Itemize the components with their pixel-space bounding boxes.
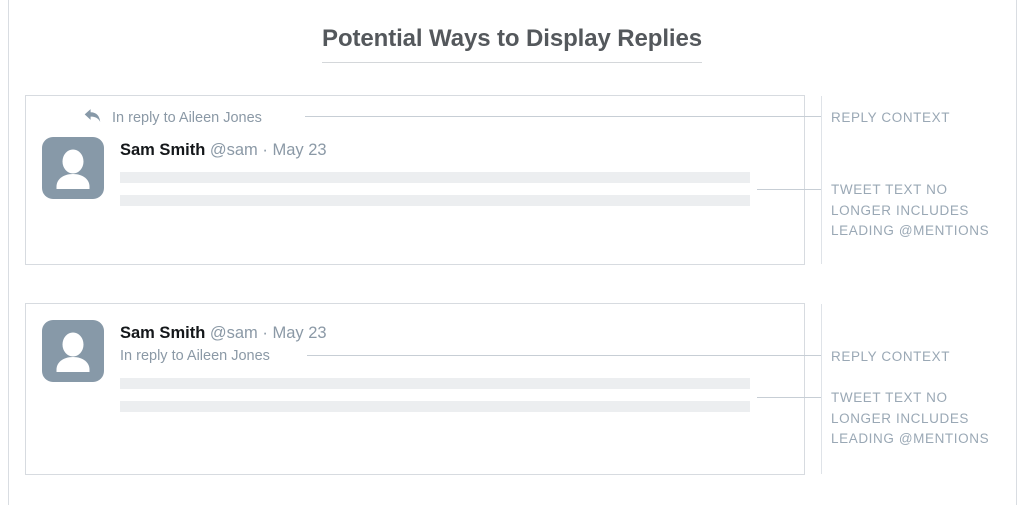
tweet-card-1[interactable]: In reply to Aileen Jones Sam Smith @sam … — [25, 95, 805, 265]
user-avatar-icon — [42, 320, 104, 382]
annotation-tweet-text-2: TWEET TEXT NO LONGER INCLUDES LEADING @M… — [831, 388, 989, 450]
text-placeholder-bar — [120, 378, 750, 389]
tweet-text-placeholder — [120, 378, 750, 412]
page-frame-right-rule — [1016, 0, 1017, 505]
reply-context-label: In reply to Aileen Jones — [120, 348, 750, 365]
tweet-body-card-2: Sam Smith @sam · May 23 In reply to Aile… — [120, 320, 750, 412]
page-frame-left-rule — [8, 0, 9, 505]
annotation-leader-line — [307, 355, 821, 356]
annotation-tweet-text-1: TWEET TEXT NO LONGER INCLUDES LEADING @M… — [831, 180, 989, 242]
display-name[interactable]: Sam Smith — [120, 324, 205, 342]
text-placeholder-bar — [120, 172, 750, 183]
reply-context-row-card-1: In reply to Aileen Jones — [84, 109, 262, 127]
annotation-leader-line — [305, 116, 821, 117]
text-placeholder-bar — [120, 401, 750, 412]
page-title: Potential Ways to Display Replies — [322, 25, 702, 63]
tweet-row-card-1: Sam Smith @sam · May 23 — [42, 137, 750, 206]
annotation-leader-line — [757, 397, 821, 398]
avatar[interactable] — [42, 320, 104, 382]
annotation-connector-card-1 — [821, 96, 822, 264]
display-name[interactable]: Sam Smith — [120, 141, 205, 159]
name-line: Sam Smith @sam · May 23 — [120, 140, 750, 160]
page-title-wrap: Potential Ways to Display Replies — [0, 25, 1024, 63]
annotation-leader-line — [757, 189, 821, 190]
page-root: Potential Ways to Display Replies In rep… — [0, 0, 1024, 505]
tweet-body-card-1: Sam Smith @sam · May 23 — [120, 137, 750, 206]
annotation-reply-context-1: REPLY CONTEXT — [831, 108, 950, 129]
annotation-reply-context-2: REPLY CONTEXT — [831, 347, 950, 368]
reply-context-label: In reply to Aileen Jones — [112, 110, 262, 126]
reply-arrow-icon — [84, 108, 101, 128]
handle-and-date: @sam · May 23 — [210, 141, 327, 159]
avatar[interactable] — [42, 137, 104, 199]
name-line: Sam Smith @sam · May 23 — [120, 323, 750, 343]
tweet-card-2[interactable]: Sam Smith @sam · May 23 In reply to Aile… — [25, 303, 805, 475]
user-avatar-icon — [42, 137, 104, 199]
annotation-connector-card-2 — [821, 304, 822, 474]
tweet-row-card-2: Sam Smith @sam · May 23 In reply to Aile… — [42, 320, 750, 412]
handle-and-date: @sam · May 23 — [210, 324, 327, 342]
text-placeholder-bar — [120, 195, 750, 206]
tweet-text-placeholder — [120, 172, 750, 206]
